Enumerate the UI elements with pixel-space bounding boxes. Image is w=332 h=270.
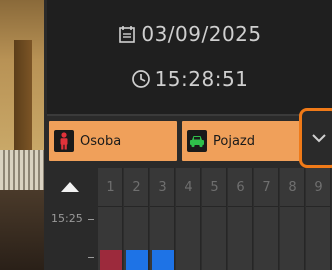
column-header-divider: [150, 206, 175, 207]
time-tick: [88, 257, 94, 258]
triangle-up-icon: [61, 182, 79, 192]
column-number: 9: [314, 180, 323, 195]
timeline-column[interactable]: 9: [306, 168, 331, 270]
timeline-column[interactable]: 2: [124, 168, 149, 270]
column-number: 5: [210, 180, 219, 195]
column-number: 8: [288, 180, 297, 195]
event-marker[interactable]: [152, 250, 174, 270]
clock-icon: [131, 70, 150, 88]
time-label: 15:25: [51, 212, 83, 225]
timeline-time-column: 15:25: [47, 168, 98, 270]
column-number: 4: [184, 180, 193, 195]
timeline-grid[interactable]: 15:25 1 2 3 4 5 6 7 8 9: [47, 168, 332, 270]
filter-vehicle-button[interactable]: Pojazd: [182, 121, 303, 161]
column-header-divider: [228, 206, 253, 207]
filter-person-label: Osoba: [80, 133, 122, 149]
expand-filters-button[interactable]: [299, 108, 332, 168]
column-number: 7: [262, 180, 271, 195]
column-number: 1: [106, 180, 115, 195]
preview-door: [14, 40, 32, 150]
timeline-column[interactable]: 8: [280, 168, 305, 270]
calendar-icon: [119, 26, 136, 43]
column-header-divider: [98, 206, 123, 207]
date-display[interactable]: 03/09/2025: [47, 20, 332, 48]
preview-counter: [0, 150, 47, 190]
chevron-down-icon: [312, 134, 326, 143]
event-marker[interactable]: [100, 250, 122, 270]
timeline-column[interactable]: 3: [150, 168, 175, 270]
event-filter-bar: Osoba Pojazd: [47, 108, 332, 168]
camera-preview[interactable]: [0, 0, 47, 270]
timeline-column[interactable]: 1: [98, 168, 123, 270]
person-icon: [54, 130, 74, 152]
column-header-divider: [176, 206, 201, 207]
car-icon: [187, 130, 207, 152]
playback-panel: 03/09/2025 15:28:51 Osoba Pojazd 15:25 1…: [47, 0, 332, 270]
preview-floor: [0, 190, 47, 270]
column-number: 2: [132, 180, 141, 195]
event-marker[interactable]: [126, 250, 148, 270]
timeline-column[interactable]: 4: [176, 168, 201, 270]
timeline-column[interactable]: 6: [228, 168, 253, 270]
column-header-divider: [254, 206, 279, 207]
date-text: 03/09/2025: [141, 22, 262, 46]
column-number: 3: [158, 180, 167, 195]
timeline-column[interactable]: 5: [202, 168, 227, 270]
column-header-divider: [280, 206, 305, 207]
filter-vehicle-label: Pojazd: [213, 133, 255, 149]
column-number: 6: [236, 180, 245, 195]
column-header-divider: [124, 206, 149, 207]
time-tick: [88, 219, 94, 220]
timeline-column[interactable]: 7: [254, 168, 279, 270]
column-header-divider: [306, 206, 331, 207]
scroll-up-button[interactable]: [56, 179, 84, 195]
time-display[interactable]: 15:28:51: [47, 64, 332, 94]
time-text: 15:28:51: [154, 67, 249, 91]
filter-person-button[interactable]: Osoba: [49, 121, 177, 161]
column-header-divider: [202, 206, 227, 207]
